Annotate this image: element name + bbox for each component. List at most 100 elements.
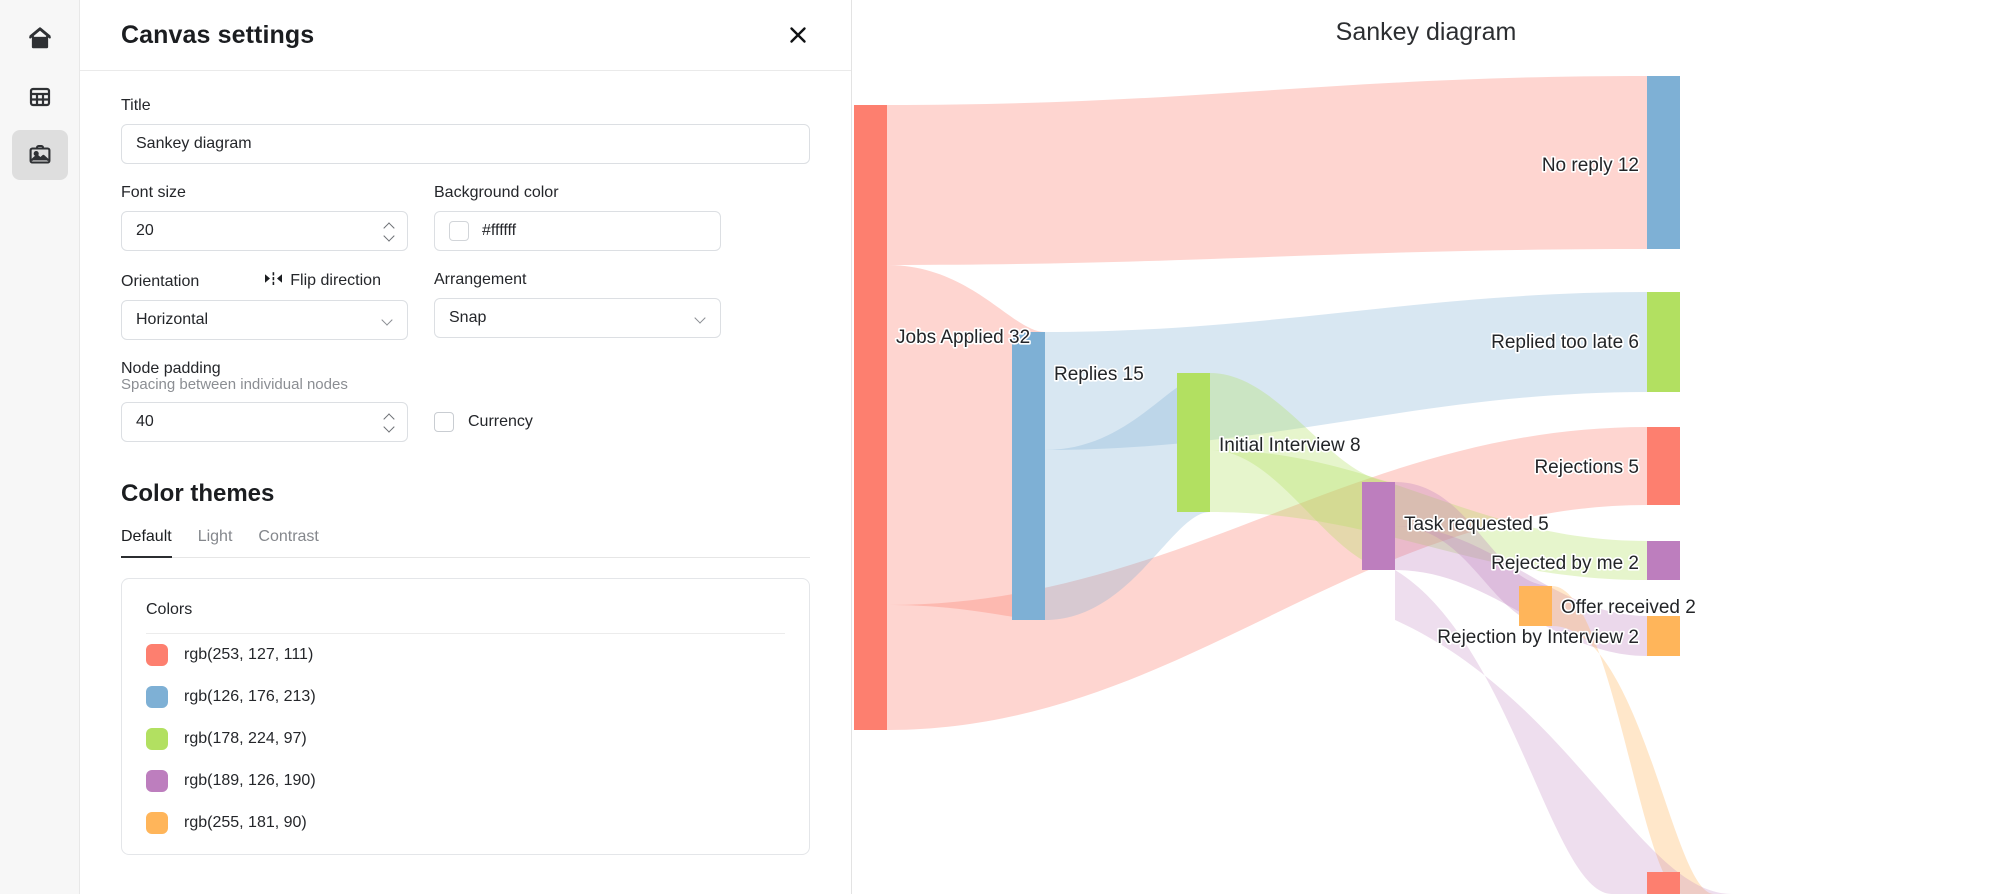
home-icon [27,26,53,52]
font-size-label: Font size [121,184,186,201]
node-label-initial-interview: Initial Interview 8 [1219,435,1361,456]
orientation-value: Horizontal [136,311,209,328]
node-no-reply[interactable] [1647,76,1680,249]
chevron-down-icon[interactable] [383,316,393,326]
node-padding-row: Node padding Spacing between individual … [121,360,810,442]
title-input-value: Sankey diagram [136,135,252,152]
title-field-label: Title [121,97,151,114]
list-item[interactable]: rgb(253, 127, 111) [146,634,785,676]
colors-card: Colors rgb(253, 127, 111) rgb(126, 176, … [121,578,810,855]
node-padding-value: 40 [136,413,154,430]
panel-body: Title Sankey diagram Font size 20 Backgr… [80,71,851,855]
color-swatch[interactable] [146,728,168,750]
title-input[interactable]: Sankey diagram [121,124,810,164]
color-swatch[interactable] [146,770,168,792]
font-size-group: Font size 20 [121,184,408,251]
color-swatch[interactable] [146,812,168,834]
node-replied-too-late[interactable] [1647,292,1680,392]
title-field-group: Title Sankey diagram [121,97,810,164]
color-label: rgb(189, 126, 190) [184,772,316,789]
font-background-row: Font size 20 Background color #ffffff [121,184,810,251]
icon-rail [0,0,80,894]
color-swatch[interactable] [146,644,168,666]
orientation-label-row: Orientation Flip direction [121,271,408,291]
sankey-svg: Jobs Applied 32 Replies 15 Initial Inter… [854,76,1732,894]
page-title: Canvas settings [121,20,315,49]
node-rejected-by-me[interactable] [1647,541,1680,580]
currency-checkbox[interactable] [434,412,454,432]
node-label-rejection-by-interview: Rejection by Interview 2 [1437,627,1639,648]
node-padding-input[interactable]: 40 [121,402,408,442]
background-color-value: #ffffff [482,222,517,239]
list-item[interactable]: rgb(126, 176, 213) [146,676,785,718]
sidebar-item-data[interactable] [12,72,68,122]
flip-direction-button[interactable]: Flip direction [265,271,381,291]
background-color-group: Background color #ffffff [434,184,721,251]
list-item[interactable]: rgb(178, 224, 97) [146,718,785,760]
background-color-swatch[interactable] [449,221,469,241]
chevron-down-icon[interactable] [384,424,395,431]
flip-direction-icon [265,271,283,291]
node-label-rejections: Rejections 5 [1534,457,1639,478]
node-replies[interactable] [1012,332,1045,620]
orientation-group: Orientation Flip direction Horizontal [121,271,408,340]
node-offer-received[interactable] [1519,586,1552,626]
node-label-replies: Replies 15 [1054,364,1144,385]
arrangement-select[interactable]: Snap [434,298,721,338]
background-color-label: Background color [434,184,559,201]
node-label-offer-received: Offer received 2 [1561,597,1696,618]
list-item[interactable]: rgb(255, 181, 90) [146,802,785,844]
currency-checkbox-row[interactable]: Currency [434,402,533,442]
color-label: rgb(255, 181, 90) [184,814,307,831]
background-color-input[interactable]: #ffffff [434,211,721,251]
tab-light[interactable]: Light [198,528,233,558]
orientation-arrangement-row: Orientation Flip direction Horizontal Ar… [121,271,810,340]
list-item[interactable]: rgb(189, 126, 190) [146,760,785,802]
currency-label: Currency [468,413,533,430]
color-theme-tabs: Default Light Contrast [121,528,810,558]
canvas-icon [28,143,52,167]
font-size-value: 20 [136,222,154,239]
arrangement-value: Snap [449,309,487,326]
node-label-no-reply: No reply 12 [1542,155,1639,176]
font-size-stepper[interactable] [384,212,395,250]
orientation-select[interactable]: Horizontal [121,300,408,340]
close-button[interactable] [781,18,815,52]
sankey-canvas[interactable]: Sankey diagram Jobs Applied 32 Replies 1… [852,0,2000,894]
node-bottom-partial[interactable] [1647,872,1680,894]
node-label-replied-too-late: Replied too late 6 [1491,332,1639,353]
chevron-up-icon[interactable] [384,414,395,421]
canvas-settings-panel: Canvas settings Title Sankey diagram Fon… [80,0,852,894]
node-padding-group: Node padding Spacing between individual … [121,360,408,442]
color-label: rgb(178, 224, 97) [184,730,307,747]
arrangement-label: Arrangement [434,271,527,288]
sidebar-item-canvas[interactable] [11,130,68,180]
node-label-task-requested: Task requested 5 [1404,514,1549,535]
node-initial-interview[interactable] [1177,373,1210,512]
colors-card-title: Colors [146,601,785,634]
node-label-jobs-applied: Jobs Applied 32 [896,327,1030,348]
node-jobs-applied[interactable] [854,105,887,730]
panel-header: Canvas settings [80,0,851,71]
app-root: Canvas settings Title Sankey diagram Fon… [0,0,2000,894]
chevron-up-icon[interactable] [384,223,395,230]
chevron-down-icon[interactable] [696,314,706,324]
currency-group: Currency [434,360,721,442]
node-rejections[interactable] [1647,427,1680,505]
link-jobs-noreply [887,76,1647,265]
node-padding-stepper[interactable] [384,403,395,441]
node-rejection-by-interview[interactable] [1647,616,1680,656]
tab-default[interactable]: Default [121,528,172,558]
color-label: rgb(126, 176, 213) [184,688,316,705]
node-padding-sublabel: Spacing between individual nodes [121,376,348,393]
sidebar-item-home[interactable] [12,14,68,64]
node-label-rejected-by-me: Rejected by me 2 [1491,553,1639,574]
font-size-input[interactable]: 20 [121,211,408,251]
tab-contrast[interactable]: Contrast [258,528,318,558]
arrangement-group: Arrangement Snap [434,271,721,340]
node-task-requested[interactable] [1362,482,1395,570]
chevron-down-icon[interactable] [384,233,395,240]
color-swatch[interactable] [146,686,168,708]
color-themes-heading: Color themes [121,480,275,507]
orientation-label: Orientation [121,273,200,290]
